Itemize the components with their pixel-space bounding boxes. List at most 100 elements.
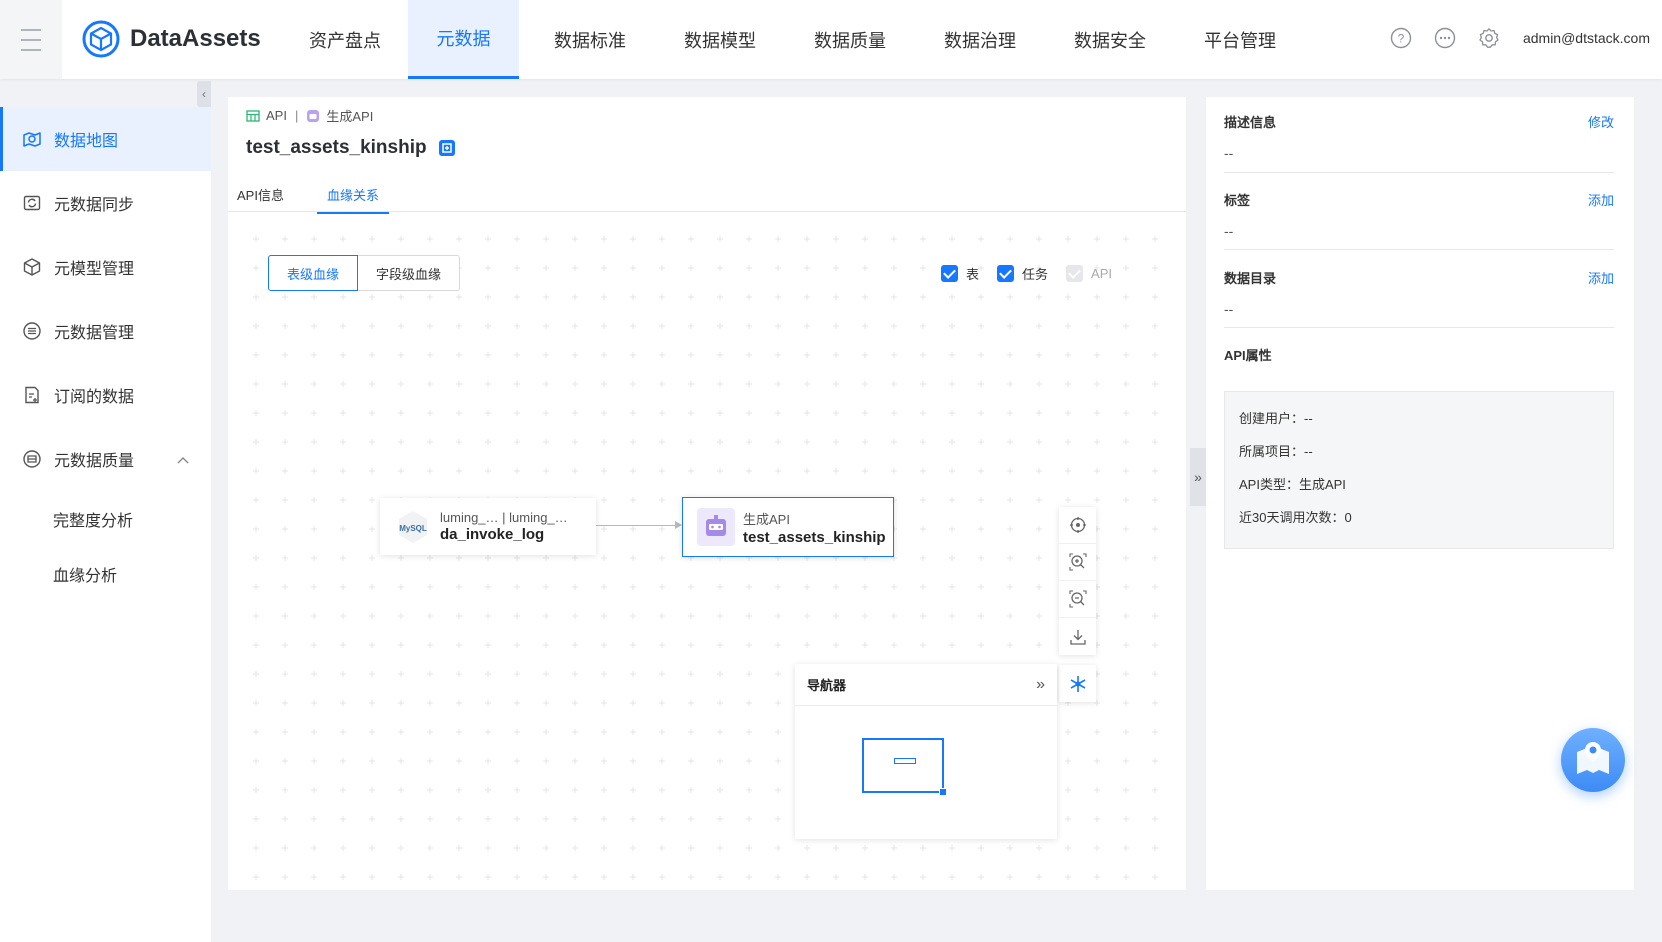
sidebar: 数据地图 元数据同步 元模型管理 元数据管理 订阅的数据 元数据质量 完整度分析 (0, 107, 211, 942)
edit-description-link[interactable]: 修改 (1588, 112, 1614, 131)
sidebar-item-label: 数据地图 (54, 133, 119, 150)
asset-name: test_assets_kinship (246, 137, 427, 158)
navigator-collapse-icon[interactable]: » (1036, 676, 1045, 694)
sidebar-item-metadata-quality[interactable]: 元数据质量 (0, 427, 211, 491)
prop-project: 所属项目：-- (1239, 444, 1313, 459)
filter-table[interactable]: 表 (941, 264, 979, 283)
table-icon (246, 109, 260, 122)
help-icon[interactable]: ? (1389, 26, 1413, 50)
sidebar-item-label: 元数据管理 (54, 325, 135, 342)
tab-lineage[interactable]: 血缘关系 (317, 185, 390, 214)
nav-item-data-model[interactable]: 数据模型 (655, 0, 785, 79)
lineage-node-source[interactable]: MySQL luming_… | luming_… da_invoke_log (380, 498, 596, 555)
section-title: 标签 (1224, 193, 1251, 208)
download-icon[interactable] (1059, 618, 1096, 655)
section-tags: 标签 添加 -- (1224, 190, 1614, 239)
locate-icon[interactable] (1059, 507, 1096, 544)
sidebar-item-metamodel[interactable]: 元模型管理 (0, 235, 211, 299)
divider (1224, 172, 1614, 173)
navigator-toggle-button[interactable] (1059, 665, 1096, 702)
section-description: 描述信息 修改 -- (1224, 112, 1614, 161)
subscribe-icon (22, 385, 42, 405)
tags-value: -- (1224, 223, 1234, 239)
sidebar-item-label: 元模型管理 (54, 261, 135, 278)
nav-item-data-governance[interactable]: 数据治理 (915, 0, 1045, 79)
breadcrumb: API | 生成API (246, 106, 373, 125)
section-title: 描述信息 (1224, 115, 1277, 130)
filter-task[interactable]: 任务 (997, 264, 1048, 283)
main-nav: 资产盘点 元数据 数据标准 数据模型 数据质量 数据治理 数据安全 平台管理 (288, 0, 1305, 79)
detail-tabs: API信息 血缘关系 (228, 177, 1186, 214)
nav-item-metadata[interactable]: 元数据 (408, 0, 519, 79)
table-lineage-button[interactable]: 表级血缘 (268, 255, 359, 291)
user-account[interactable]: admin@dtstack.com (1523, 30, 1650, 46)
prop-creator: 创建用户：-- (1239, 411, 1313, 426)
brand-name: DataAssets (130, 25, 261, 52)
tab-api-info[interactable]: API信息 (237, 185, 284, 212)
minimap-viewport[interactable] (862, 738, 947, 796)
lineage-node-target[interactable]: 生成API test_assets_kinship (682, 497, 894, 557)
sidebar-subitem-lineage[interactable]: 血缘分析 (0, 546, 211, 601)
section-title: 数据目录 (1224, 271, 1277, 286)
add-tag-link[interactable]: 添加 (1588, 190, 1614, 209)
quality-icon (22, 449, 42, 469)
navigator-title: 导航器 (807, 678, 847, 693)
top-actions: ? admin@dtstack.com (1389, 26, 1650, 50)
minimap-resize-handle[interactable] (939, 788, 947, 796)
prop-api-type: API类型：生成API (1239, 477, 1346, 492)
checkbox-checked-icon (997, 265, 1015, 282)
mysql-logo-text: MySQL (399, 524, 427, 533)
minimap-node (894, 758, 916, 764)
add-catalog-link[interactable]: 添加 (1588, 268, 1614, 287)
snowflake-icon (1070, 675, 1085, 692)
breadcrumb-type: API (266, 108, 287, 123)
checkbox-checked-icon (941, 265, 958, 282)
chevron-up-icon[interactable] (177, 451, 189, 469)
section-catalog: 数据目录 添加 -- (1224, 268, 1614, 317)
top-bar: DataAssets 资产盘点 元数据 数据标准 数据模型 数据质量 数据治理 … (0, 0, 1662, 79)
sidebar-item-data-map[interactable]: 数据地图 (0, 107, 211, 171)
api-robot-icon (697, 508, 735, 546)
map-guide-button[interactable] (1561, 728, 1625, 792)
sidebar-item-metadata-sync[interactable]: 元数据同步 (0, 171, 211, 235)
sidebar-item-label: 订阅的数据 (54, 389, 135, 406)
right-panel-toggle[interactable]: » (1190, 448, 1206, 506)
divider (1224, 249, 1614, 250)
sidebar-collapse-button[interactable]: ‹ (197, 81, 211, 107)
nav-item-data-quality[interactable]: 数据质量 (785, 0, 915, 79)
app-logo[interactable]: DataAssets (82, 20, 261, 58)
description-value: -- (1224, 145, 1234, 161)
field-lineage-button[interactable]: 字段级血缘 (358, 255, 461, 291)
divider (1224, 327, 1614, 328)
message-icon[interactable] (1433, 26, 1457, 50)
gear-icon[interactable] (1477, 26, 1501, 50)
robot-icon (307, 109, 320, 122)
chevron-left-icon: ‹ (202, 87, 206, 101)
nav-item-data-standard[interactable]: 数据标准 (525, 0, 655, 79)
mysql-icon: MySQL (394, 508, 432, 546)
nav-item-data-security[interactable]: 数据安全 (1045, 0, 1175, 79)
hamburger-icon (21, 25, 41, 55)
breadcrumb-separator: | (294, 108, 299, 123)
zoom-out-icon[interactable] (1059, 581, 1096, 618)
node-target-type: 生成API (743, 511, 790, 527)
zoom-in-icon[interactable] (1059, 544, 1096, 581)
filter-api: API (1066, 265, 1112, 282)
sidebar-item-metadata-mgmt[interactable]: 元数据管理 (0, 299, 211, 363)
nav-item-asset-inventory[interactable]: 资产盘点 (288, 0, 402, 79)
sidebar-subitem-completeness[interactable]: 完整度分析 (0, 491, 211, 546)
filter-label: 表 (966, 267, 980, 282)
copy-icon[interactable] (438, 140, 455, 156)
breadcrumb-subtype: 生成API (326, 109, 374, 124)
menu-toggle-button[interactable] (0, 0, 62, 79)
api-props-box: 创建用户：-- 所属项目：-- API类型：生成API 近30天调用次数：0 (1224, 391, 1614, 549)
sidebar-item-subscribed[interactable]: 订阅的数据 (0, 363, 211, 427)
sidebar-item-label: 元数据同步 (54, 197, 135, 214)
nav-item-platform-admin[interactable]: 平台管理 (1175, 0, 1305, 79)
section-api-props: API属性 (1224, 345, 1614, 364)
lineage-level-switch: 表级血缘 字段级血缘 (268, 255, 461, 291)
section-title: API属性 (1224, 348, 1272, 363)
map-search-icon (22, 129, 42, 149)
filter-label: 任务 (1022, 267, 1049, 282)
cube-icon (22, 257, 42, 277)
